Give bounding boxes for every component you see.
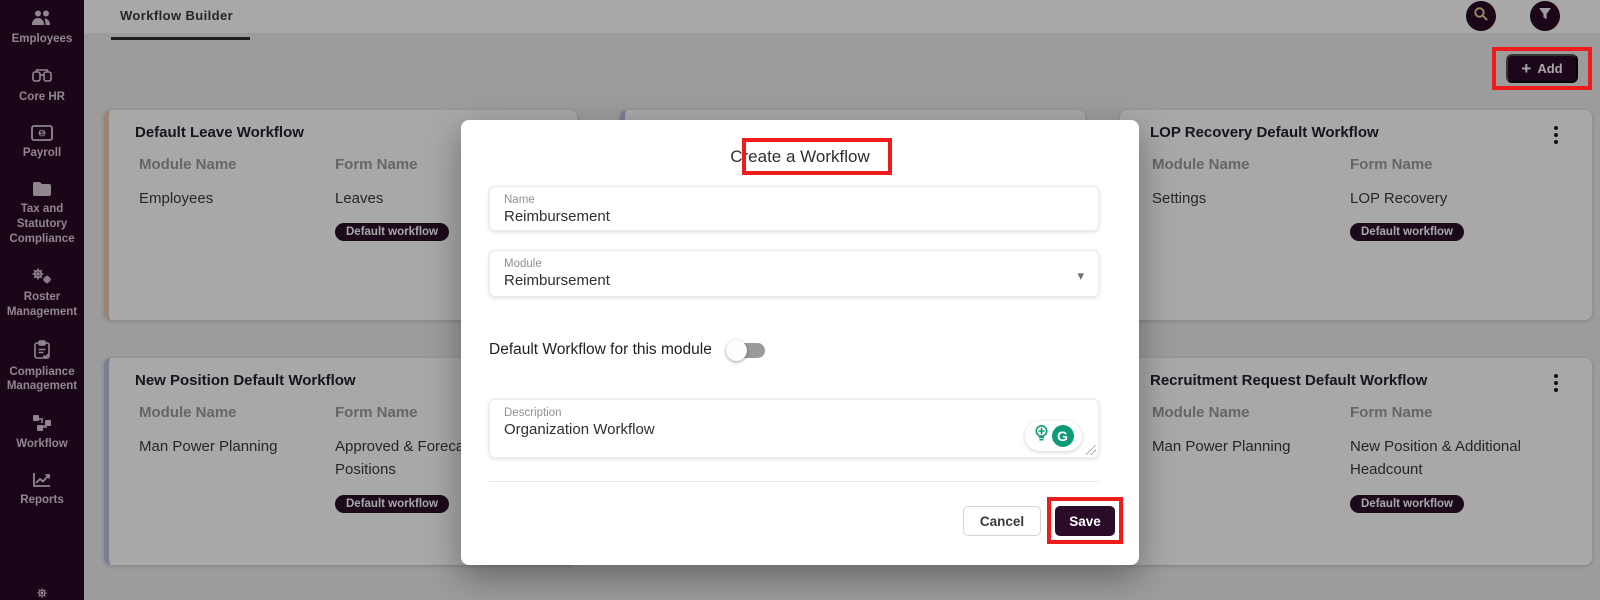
default-workflow-toggle-row: Default Workflow for this module <box>489 341 765 359</box>
cancel-button[interactable]: Cancel <box>963 506 1041 536</box>
name-field-value: Reimbursement <box>504 208 1084 225</box>
toggle-label: Default Workflow for this module <box>489 341 712 359</box>
module-select-label: Module <box>504 258 1084 270</box>
workflow-builder-screen: Employees Core HR $ Payroll <box>0 0 1600 600</box>
toggle-thumb <box>726 340 747 361</box>
description-field-value: Organization Workflow <box>504 421 1084 438</box>
grammarly-g-icon: G <box>1052 425 1074 447</box>
chevron-down-icon: ▾ <box>1077 268 1084 284</box>
default-workflow-toggle[interactable] <box>730 343 765 358</box>
create-workflow-modal: Create a Workflow Name Reimbursement Mod… <box>461 120 1139 565</box>
modal-title: Create a Workflow <box>461 147 1139 167</box>
name-field-label: Name <box>504 194 1084 206</box>
name-field[interactable]: Name Reimbursement <box>489 186 1099 231</box>
module-select[interactable]: Module Reimbursement ▾ <box>489 250 1099 297</box>
grammarly-bulb-icon <box>1034 424 1049 449</box>
save-button[interactable]: Save <box>1055 506 1115 536</box>
grammarly-widget[interactable]: G <box>1025 421 1082 451</box>
description-field[interactable]: Description Organization Workflow G <box>489 399 1099 458</box>
modal-divider <box>489 481 1099 482</box>
textarea-resize-handle[interactable] <box>1086 445 1096 455</box>
description-field-label: Description <box>504 407 1084 419</box>
module-select-value: Reimbursement <box>504 272 1084 289</box>
